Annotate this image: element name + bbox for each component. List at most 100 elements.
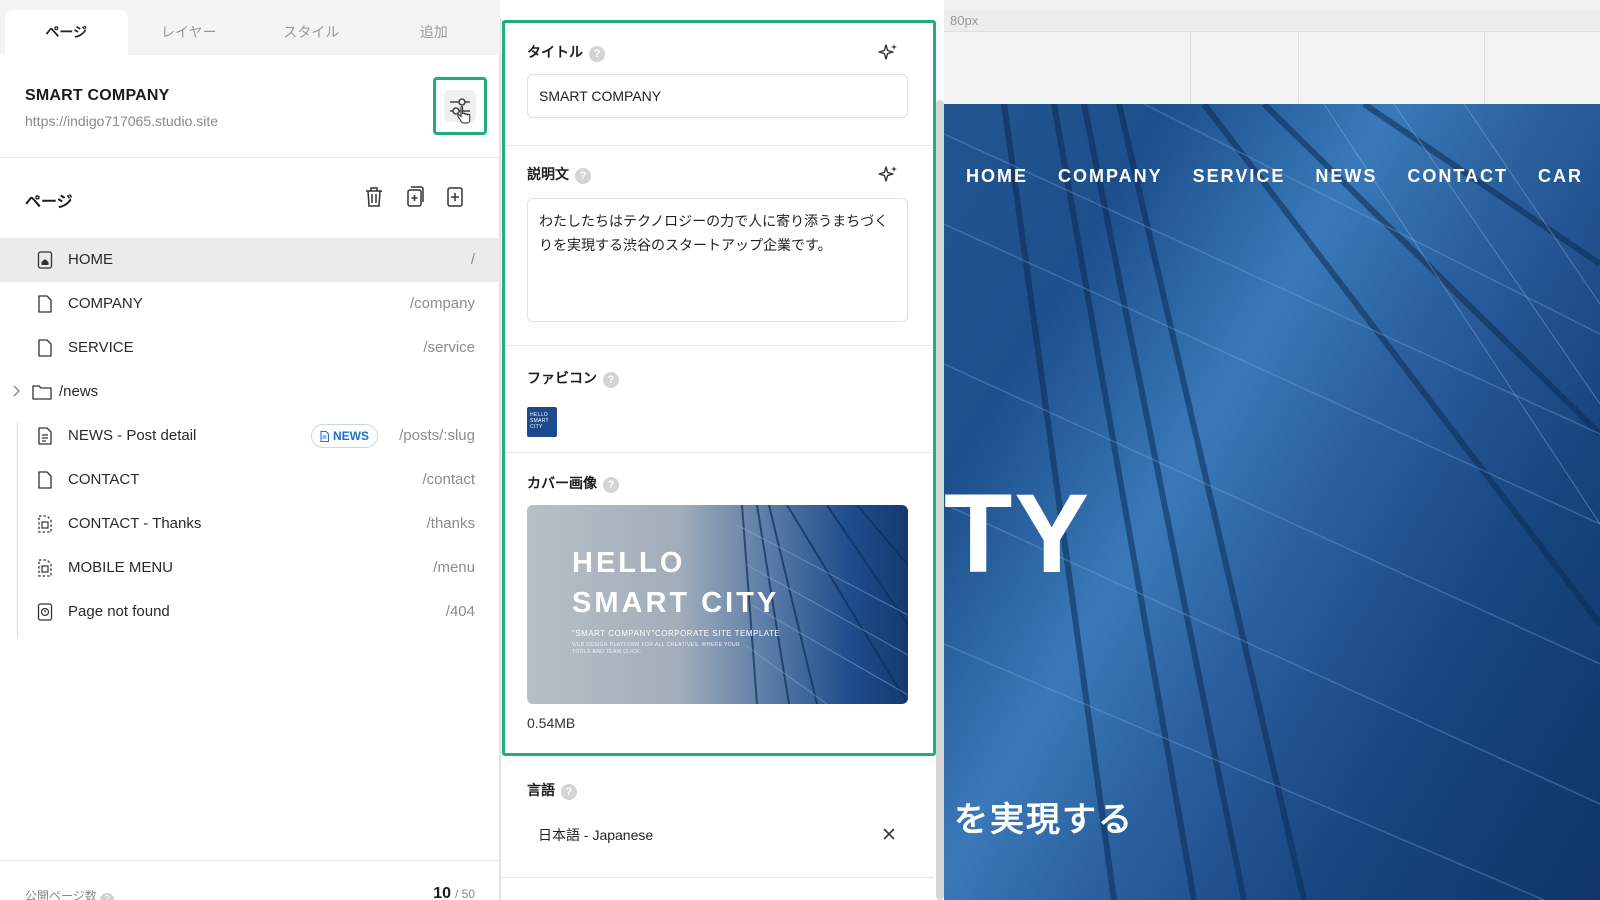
cover-image-label: カバー画像? [527, 473, 619, 493]
preview-nav: HOME COMPANY SERVICE NEWS CONTACT CAR [966, 166, 1600, 187]
badge-label: NEWS [333, 429, 369, 443]
help-icon[interactable]: ? [603, 372, 619, 388]
add-page-icon[interactable] [442, 184, 468, 210]
published-pages-label: 公開ページ数? [25, 887, 114, 900]
hero-heading: TY [944, 471, 1092, 596]
page-row-news-folder[interactable]: /news [0, 370, 500, 414]
pages-title: ページ [25, 194, 73, 211]
favicon-label: ファビコン? [527, 368, 619, 388]
page-name: SERVICE [68, 339, 134, 356]
description-section: 説明文? わたしたちはテクノロジーの力で人に寄り添うまちづくりを実現する渋谷のス… [501, 146, 934, 346]
trash-icon[interactable] [361, 184, 387, 210]
cms-page-icon [38, 427, 52, 445]
help-icon[interactable]: ? [561, 784, 577, 800]
tab-layers[interactable]: レイヤー [128, 10, 251, 55]
canvas-preview[interactable]: 80px HOME COMPANY SERVICE NEWS CONTACT C… [944, 0, 1600, 900]
cover-image[interactable]: HELLO SMART CITY "SMART COMPANY"CORPORAT… [527, 505, 908, 704]
site-header: SMART COMPANY https://indigo717065.studi… [0, 55, 500, 158]
description-label: 説明文? [527, 164, 591, 184]
cover-file-size: 0.54MB [527, 715, 576, 731]
page-list: HOME / COMPANY /company SERVICE /service… [0, 238, 500, 634]
page-name: MOBILE MENU [68, 559, 174, 576]
site-settings-panel: タイトル? SMART COMPANY 説明文? わたしたちはテクノロジーの力で… [500, 18, 937, 900]
sidebar-tabs: ページ レイヤー スタイル 追加 [0, 0, 500, 55]
grid-line [1190, 32, 1191, 104]
page-path: /contact [422, 471, 475, 488]
published-pages-text: 公開ページ数 [25, 889, 97, 900]
duplicate-page-icon[interactable] [402, 184, 428, 210]
page-row-contact[interactable]: CONTACT /contact [0, 458, 500, 502]
page-name: HOME [68, 251, 113, 268]
chevron-right-icon[interactable] [12, 385, 20, 397]
sidebar-footer: 公開ページ数? 10/ 50 [0, 860, 500, 900]
page-row-news-post-detail[interactable]: NEWS - Post detail NEWS /posts/:slug [0, 414, 500, 458]
cover-label-text: カバー画像 [527, 475, 597, 491]
nav-career[interactable]: CAR [1538, 166, 1583, 187]
ai-sparkle-icon[interactable] [877, 42, 899, 64]
page-path: /thanks [426, 515, 475, 532]
page-row-mobile-menu[interactable]: MOBILE MENU /menu [0, 546, 500, 590]
tab-pages[interactable]: ページ [5, 10, 128, 55]
favicon-image[interactable]: HELLO SMART CITY [527, 407, 557, 437]
title-label-text: タイトル [527, 44, 583, 60]
cover-line-1: HELLO [572, 547, 686, 579]
help-icon[interactable]: ? [603, 477, 619, 493]
page-path: /posts/:slug [399, 427, 475, 444]
page-path: /company [409, 295, 475, 312]
tab-add[interactable]: 追加 [373, 10, 496, 55]
folder-name: /news [59, 383, 99, 400]
hero-section[interactable]: HOME COMPANY SERVICE NEWS CONTACT CAR TY… [944, 104, 1600, 900]
help-icon[interactable]: ? [589, 46, 605, 62]
home-page-icon [37, 251, 53, 269]
published-limit: / 50 [454, 887, 475, 900]
page-row-page-not-found[interactable]: Page not found /404 [0, 590, 500, 634]
page-row-contact-thanks[interactable]: CONTACT - Thanks /thanks [0, 502, 500, 546]
folder-icon [32, 385, 52, 400]
help-icon[interactable]: ? [575, 168, 591, 184]
title-input[interactable]: SMART COMPANY [527, 74, 908, 118]
panel-scrollbar[interactable] [936, 100, 944, 900]
nav-home[interactable]: HOME [966, 166, 1028, 187]
ruler-label: 80px [950, 13, 979, 28]
cover-line-3: "SMART COMPANY"CORPORATE SITE TEMPLATE [572, 629, 781, 638]
language-select[interactable]: 日本語 - Japanese [527, 814, 908, 854]
nav-news[interactable]: NEWS [1315, 166, 1377, 187]
title-section: タイトル? SMART COMPANY [501, 18, 934, 146]
404-page-icon [37, 603, 53, 621]
nav-service[interactable]: SERVICE [1193, 166, 1286, 187]
page-row-service[interactable]: SERVICE /service [0, 326, 500, 370]
nav-company[interactable]: COMPANY [1058, 166, 1163, 187]
nav-contact[interactable]: CONTACT [1407, 166, 1508, 187]
canvas-header-area [944, 32, 1600, 104]
page-name: Page not found [68, 603, 170, 620]
description-label-text: 説明文 [527, 166, 569, 182]
published-count: 10 [433, 885, 451, 900]
page-row-company[interactable]: COMPANY /company [0, 282, 500, 326]
favicon-label-text: ファビコン [527, 370, 597, 386]
cover-line-2: SMART CITY [572, 587, 780, 619]
cms-collection-badge: NEWS [311, 424, 378, 448]
published-pages-count: 10/ 50 [433, 885, 475, 900]
cover-image-section: カバー画像? HELLO SMART CITY "SMART COMPANY"C… [501, 453, 934, 744]
pages-header: ページ [0, 158, 500, 238]
page-icon [38, 295, 52, 313]
grid-line [1298, 32, 1299, 104]
page-name: CONTACT - Thanks [68, 515, 202, 532]
ai-sparkle-icon[interactable] [877, 164, 899, 186]
hidden-page-icon [38, 515, 52, 533]
document-icon [320, 430, 329, 442]
grid-line [1484, 32, 1485, 104]
page-path: /404 [445, 603, 475, 620]
page-icon [38, 471, 52, 489]
hero-subheading: を実現する [954, 801, 1134, 839]
left-sidebar: ページ レイヤー スタイル 追加 SMART COMPANY https://i… [0, 0, 500, 900]
site-url[interactable]: https://indigo717065.studio.site [25, 113, 218, 129]
page-row-home[interactable]: HOME / [0, 238, 500, 282]
top-ruler: 80px [944, 10, 1600, 32]
help-icon[interactable]: ? [99, 893, 114, 900]
language-section: 言語? 日本語 - Japanese [501, 762, 934, 878]
tab-styles[interactable]: スタイル [250, 10, 373, 55]
page-icon [38, 339, 52, 357]
clear-language-icon[interactable] [882, 827, 896, 841]
description-textarea[interactable]: わたしたちはテクノロジーの力で人に寄り添うまちづくりを実現する渋谷のスタートアッ… [527, 198, 908, 322]
